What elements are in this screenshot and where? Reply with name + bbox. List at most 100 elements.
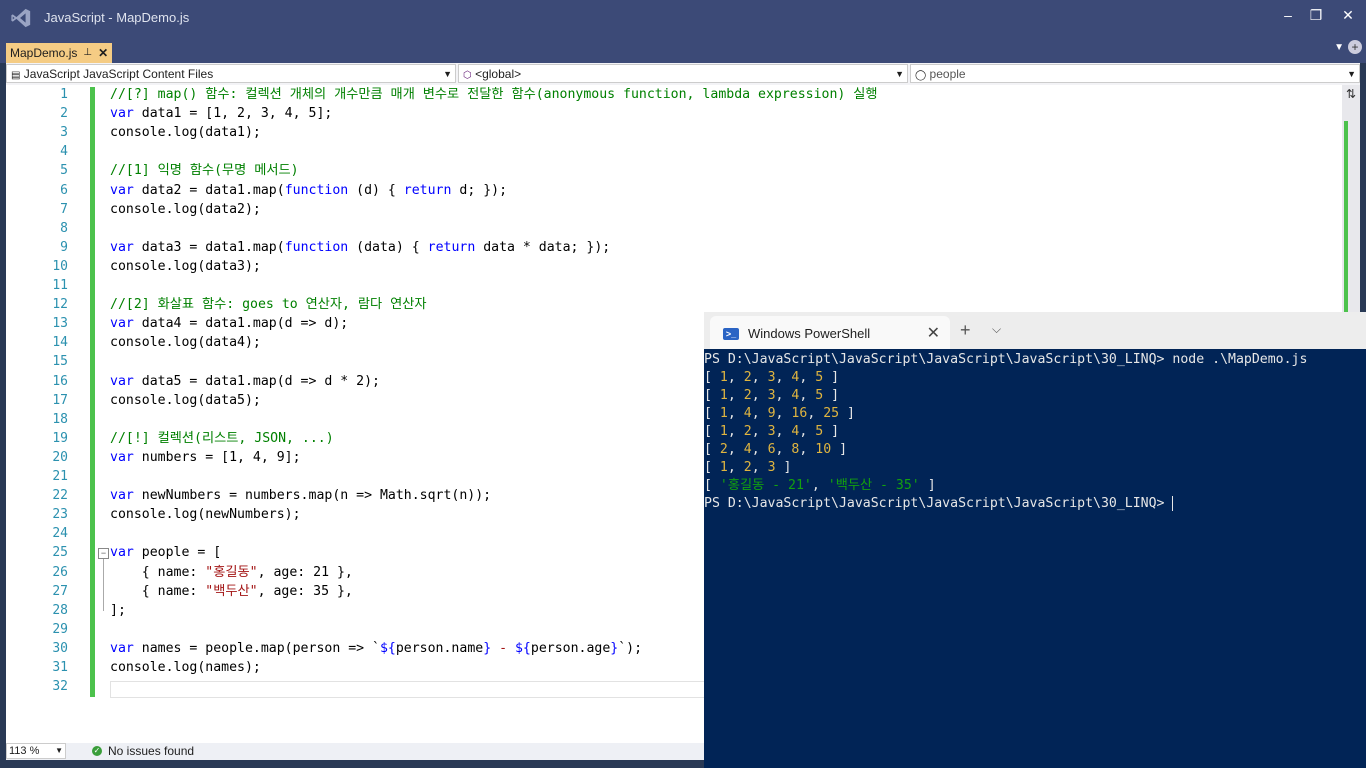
- line-number: 24: [52, 526, 68, 542]
- tab-mapdemo[interactable]: MapDemo.js ⊥ ✕: [6, 43, 113, 63]
- code-line[interactable]: var data5 = data1.map(d => d * 2);: [110, 372, 380, 391]
- scope-dropdown-value: <global>: [475, 67, 522, 81]
- new-tab-icon[interactable]: +: [960, 320, 971, 341]
- zoom-select[interactable]: 113 % ▼: [6, 743, 66, 759]
- check-icon: ✓: [92, 746, 102, 756]
- code-line[interactable]: var data2 = data1.map(function (d) { ret…: [110, 181, 507, 200]
- title-bar: JavaScript - MapDemo.js – ❐ ✕: [0, 0, 1366, 36]
- tab-dropdown-icon[interactable]: ▼: [1334, 42, 1344, 53]
- line-number: 30: [52, 640, 68, 656]
- code-token: console.log(newNumbers);: [110, 507, 301, 523]
- terminal-token: [: [704, 370, 720, 385]
- terminal-token: ]: [823, 424, 840, 439]
- code-line[interactable]: //[1] 익명 함수(무명 메서드): [110, 161, 299, 180]
- code-line[interactable]: var data4 = data1.map(d => d);: [110, 314, 348, 333]
- terminal-token: ,: [775, 388, 792, 403]
- code-token: ${: [514, 640, 531, 656]
- terminal-token: 6: [767, 442, 776, 457]
- code-line[interactable]: //[?] map() 함수: 컬렉션 개체의 개수만큼 매개 변수로 전달한 …: [110, 85, 878, 104]
- code-token: function: [284, 182, 349, 198]
- code-token: (d) {: [348, 182, 404, 198]
- split-icon[interactable]: ⇅: [1345, 87, 1357, 101]
- code-token: var: [110, 239, 134, 255]
- code-token: data1 = [1, 2, 3, 4, 5];: [133, 106, 333, 122]
- code-line[interactable]: console.log(data2);: [110, 200, 261, 219]
- pin-icon[interactable]: ⊥: [83, 43, 92, 63]
- code-token: , age: 21 },: [257, 564, 353, 580]
- code-token: { name:: [110, 583, 206, 599]
- tab-windows-powershell[interactable]: >_ Windows PowerShell ✕: [710, 316, 950, 349]
- line-number: 26: [52, 564, 68, 580]
- maximize-button[interactable]: ❐: [1304, 5, 1328, 25]
- code-line[interactable]: console.log(data1);: [110, 123, 261, 142]
- line-number: 25: [52, 545, 68, 561]
- scope-dropdown[interactable]: ⬡ <global> ▼: [458, 64, 908, 83]
- terminal-token: 1: [719, 388, 728, 403]
- powershell-window[interactable]: >_ Windows PowerShell ✕ + ⌵ PS D:\JavaSc…: [704, 312, 1366, 768]
- code-line[interactable]: var data1 = [1, 2, 3, 4, 5];: [110, 104, 332, 123]
- code-token: { name:: [110, 564, 206, 580]
- terminal-token: ,: [751, 370, 768, 385]
- code-token: var: [110, 449, 134, 465]
- code-line[interactable]: { name: "홍길동", age: 21 },: [110, 563, 353, 582]
- minimize-button[interactable]: –: [1276, 5, 1300, 25]
- terminal-token: ,: [799, 424, 816, 439]
- terminal-token: 2: [743, 460, 752, 475]
- code-token: console.log(data4);: [110, 335, 261, 351]
- code-line[interactable]: var people = [: [110, 543, 221, 562]
- line-number: 7: [60, 201, 68, 217]
- terminal-token: ]: [919, 478, 936, 493]
- code-line[interactable]: console.log(newNumbers);: [110, 505, 301, 524]
- code-line[interactable]: //[2] 화살표 함수: goes to 연산자, 람다 연산자: [110, 295, 427, 314]
- code-line[interactable]: ];: [110, 601, 126, 620]
- code-token: names = people.map(person => `: [133, 640, 380, 656]
- line-number: 1: [60, 87, 68, 102]
- code-line[interactable]: console.log(data4);: [110, 333, 261, 352]
- line-number-gutter: 1 2 3 4 5 6 7 8 9 10 11 12 13 14 15 16 17 18 19 20 21 22 23 24 2…: [6, 85, 68, 743]
- code-token: numbers = [1, 4, 9];: [133, 449, 301, 465]
- variable-icon: ◯: [915, 70, 927, 81]
- add-icon[interactable]: +: [1348, 40, 1362, 54]
- terminal-token: ,: [799, 370, 816, 385]
- powershell-icon: >_: [723, 328, 739, 340]
- code-token: data5 = data1.map(d => d * 2);: [133, 373, 380, 389]
- line-number: 14: [52, 335, 68, 351]
- code-line[interactable]: var data3 = data1.map(function (data) { …: [110, 238, 610, 257]
- code-token: console.log(names);: [110, 660, 261, 675]
- code-token: -: [491, 640, 515, 656]
- close-tab-icon[interactable]: ✕: [98, 43, 108, 63]
- tab-label: MapDemo.js: [10, 46, 78, 60]
- issues-text: No issues found: [108, 744, 195, 758]
- code-token: function: [284, 239, 349, 255]
- terminal-token: 10: [815, 442, 832, 457]
- collapse-icon[interactable]: −: [98, 548, 109, 559]
- project-dropdown[interactable]: ▤ JavaScript JavaScript Content Files ▼: [6, 64, 456, 83]
- code-line[interactable]: console.log(data3);: [110, 257, 261, 276]
- code-token: people = [: [133, 545, 222, 561]
- text-cursor: [1172, 495, 1174, 511]
- code-line[interactable]: //[!] 컬렉션(리스트, JSON, ...): [110, 429, 334, 448]
- code-token: data2 = data1.map(: [133, 182, 285, 198]
- issues-indicator[interactable]: ✓ No issues found: [92, 744, 194, 758]
- terminal-token: 1: [719, 460, 728, 475]
- code-token: //[?] map() 함수: 컬렉션 개체의 개수만큼 매개 변수로 전달한 …: [110, 87, 878, 102]
- code-line[interactable]: { name: "백두산", age: 35 },: [110, 582, 353, 601]
- close-tab-icon[interactable]: ✕: [927, 323, 940, 343]
- code-token: }: [483, 640, 492, 656]
- close-window-button[interactable]: ✕: [1336, 5, 1360, 25]
- terminal-output[interactable]: PS D:\JavaScript\JavaScript\JavaScript\J…: [704, 349, 1366, 768]
- code-line[interactable]: var numbers = [1, 4, 9];: [110, 448, 301, 467]
- terminal-tab-title: Windows PowerShell: [748, 326, 871, 341]
- window-title: JavaScript - MapDemo.js: [44, 10, 190, 25]
- code-token: (data) {: [348, 239, 428, 255]
- terminal-token: 3: [767, 460, 776, 475]
- terminal-token: [: [704, 442, 720, 457]
- code-token: `);: [618, 640, 643, 656]
- code-line[interactable]: console.log(names);: [110, 658, 261, 677]
- member-dropdown[interactable]: ◯ people ▼: [910, 64, 1360, 83]
- chevron-down-icon[interactable]: ⌵: [992, 322, 1001, 337]
- code-line[interactable]: var names = people.map(person => `${pers…: [110, 639, 642, 658]
- code-line[interactable]: var newNumbers = numbers.map(n => Math.s…: [110, 486, 491, 505]
- line-number: 16: [52, 373, 68, 389]
- code-line[interactable]: console.log(data5);: [110, 391, 261, 410]
